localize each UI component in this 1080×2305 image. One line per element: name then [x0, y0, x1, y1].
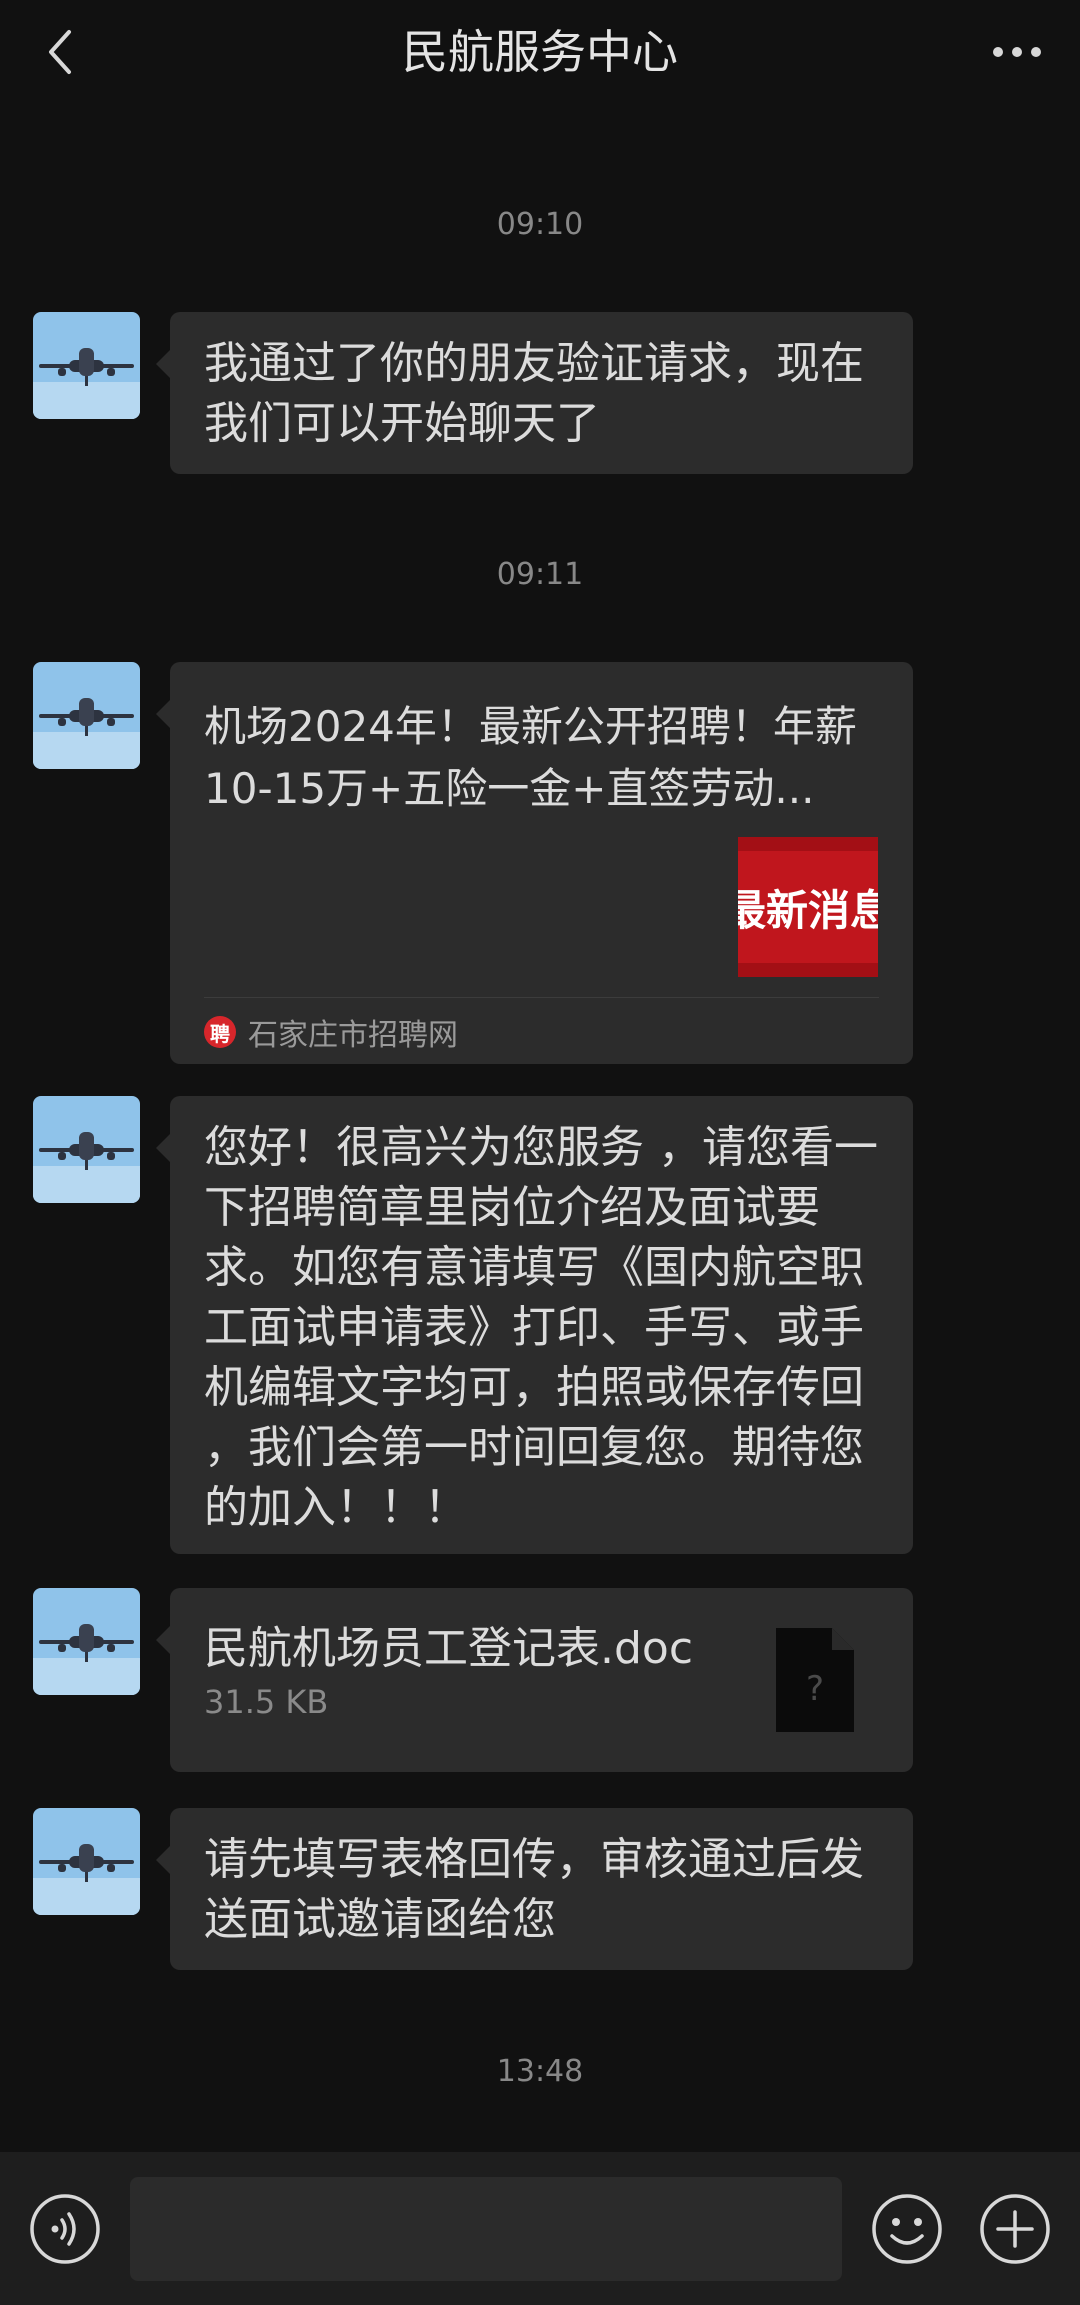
- chat-title: 民航服务中心: [402, 25, 678, 79]
- file-size: 31.5 KB: [204, 1683, 329, 1721]
- source-logo: 聘: [204, 1016, 236, 1048]
- contact-avatar[interactable]: [33, 1808, 140, 1915]
- contact-avatar[interactable]: [33, 662, 140, 769]
- unknown-file-icon: ?: [776, 1628, 854, 1732]
- link-card-thumbnail: 最新消息: [738, 837, 878, 977]
- contact-avatar[interactable]: [33, 1096, 140, 1203]
- message-bubble[interactable]: 我通过了你的朋友验证请求，现在我们可以开始聊天了: [156, 312, 913, 474]
- airplane-avatar: [33, 312, 140, 419]
- message-bubble[interactable]: 请先填写表格回传，审核通过后发送面试邀请函给您: [156, 1808, 913, 1970]
- card-divider: [204, 997, 879, 998]
- voice-button[interactable]: [28, 2192, 102, 2266]
- message-input[interactable]: [130, 2177, 842, 2281]
- thumbnail-text: 最新消息: [738, 885, 878, 935]
- airplane-avatar: [33, 1096, 140, 1203]
- airplane-avatar: [33, 1588, 140, 1695]
- airplane-avatar: [33, 1808, 140, 1915]
- link-card-source: 聘 石家庄市招聘网: [204, 1010, 458, 1054]
- emoji-icon: [872, 2194, 942, 2264]
- voice-icon: [30, 2194, 100, 2264]
- more-button[interactable]: [982, 22, 1052, 82]
- timestamp: 09:10: [496, 207, 584, 242]
- plus-button[interactable]: [978, 2192, 1052, 2266]
- file-name: 民航机场员工登记表.doc: [204, 1623, 694, 1674]
- more-horizontal-icon: [993, 47, 1041, 57]
- contact-avatar[interactable]: [33, 312, 140, 419]
- plus-icon: [980, 2194, 1050, 2264]
- message-text: 我通过了你的朋友验证请求，现在我们可以开始聊天了: [204, 338, 864, 449]
- emoji-button[interactable]: [870, 2192, 944, 2266]
- link-card[interactable]: 机场2024年！最新公开招聘！年薪10-15万+五险一金+直签劳动... 最新消…: [156, 662, 913, 1064]
- contact-avatar[interactable]: [33, 1588, 140, 1695]
- message-text: 请先填写表格回传，审核通过后发送面试邀请函给您: [204, 1834, 864, 1945]
- source-name: 石家庄市招聘网: [248, 1018, 458, 1053]
- message-text: 您好！很高兴为您服务 ，请您看一下招聘简章里岗位介绍及面试要求。如您有意请填写《…: [204, 1122, 878, 1533]
- file-message[interactable]: 民航机场员工登记表.doc 31.5 KB ?: [156, 1588, 913, 1772]
- link-card-title: 机场2024年！最新公开招聘！年薪10-15万+五险一金+直签劳动...: [204, 702, 857, 813]
- timestamp: 09:11: [496, 557, 584, 592]
- message-bubble[interactable]: 您好！很高兴为您服务 ，请您看一下招聘简章里岗位介绍及面试要求。如您有意请填写《…: [156, 1096, 913, 1554]
- top-bar: 民航服务中心: [0, 0, 1080, 110]
- airplane-avatar: [33, 662, 140, 769]
- input-bar: [0, 2152, 1080, 2305]
- svg-text:?: ?: [806, 1669, 824, 1709]
- timestamp: 13:48: [496, 2054, 584, 2089]
